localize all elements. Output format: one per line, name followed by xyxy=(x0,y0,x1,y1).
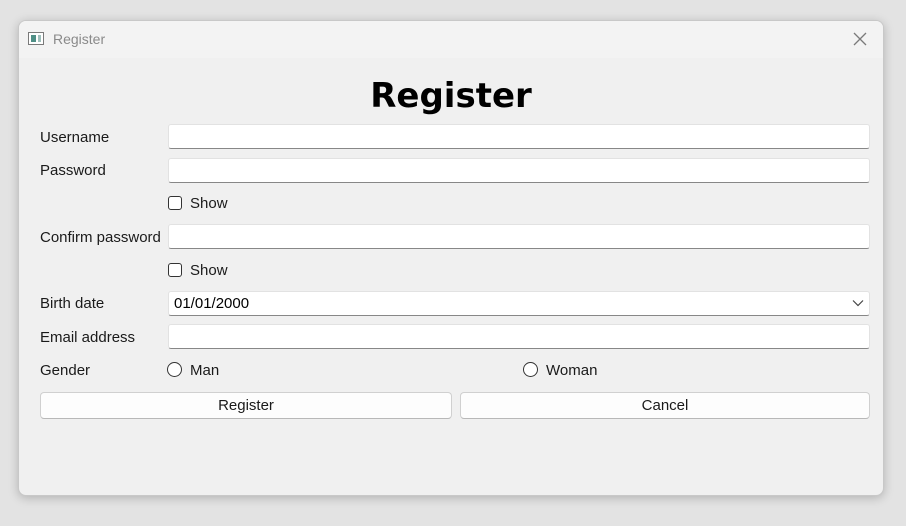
password-input[interactable] xyxy=(168,158,870,183)
form-heading: Register xyxy=(370,76,532,116)
password-label: Password xyxy=(40,162,106,179)
confirm-password-input[interactable] xyxy=(168,224,870,249)
password-show-label[interactable]: Show xyxy=(190,195,228,212)
app-window-icon xyxy=(28,32,44,45)
title-bar[interactable]: Register xyxy=(19,21,883,58)
username-input[interactable] xyxy=(168,124,870,149)
register-button[interactable]: Register xyxy=(40,392,452,419)
chevron-down-icon xyxy=(852,300,864,307)
email-label: Email address xyxy=(40,329,136,346)
window-title: Register xyxy=(53,31,106,47)
birth-date-value: 01/01/2000 xyxy=(174,295,250,312)
confirm-show-label[interactable]: Show xyxy=(190,262,228,279)
gender-man-radio[interactable] xyxy=(167,362,182,377)
gender-woman-label[interactable]: Woman xyxy=(546,362,597,379)
gender-label: Gender xyxy=(40,362,91,379)
register-window: Register Register Username Password Show… xyxy=(18,20,884,496)
email-input[interactable] xyxy=(168,324,870,349)
confirm-show-checkbox[interactable] xyxy=(168,263,182,277)
gender-man-label[interactable]: Man xyxy=(190,362,219,379)
password-show-checkbox[interactable] xyxy=(168,196,182,210)
close-button[interactable] xyxy=(843,23,877,55)
birth-date-picker[interactable]: 01/01/2000 xyxy=(168,291,870,316)
close-icon xyxy=(853,32,867,46)
birth-date-label: Birth date xyxy=(40,295,105,312)
username-label: Username xyxy=(40,129,110,146)
gender-woman-radio[interactable] xyxy=(523,362,538,377)
confirm-password-label: Confirm password xyxy=(40,229,161,246)
cancel-button[interactable]: Cancel xyxy=(460,392,870,419)
